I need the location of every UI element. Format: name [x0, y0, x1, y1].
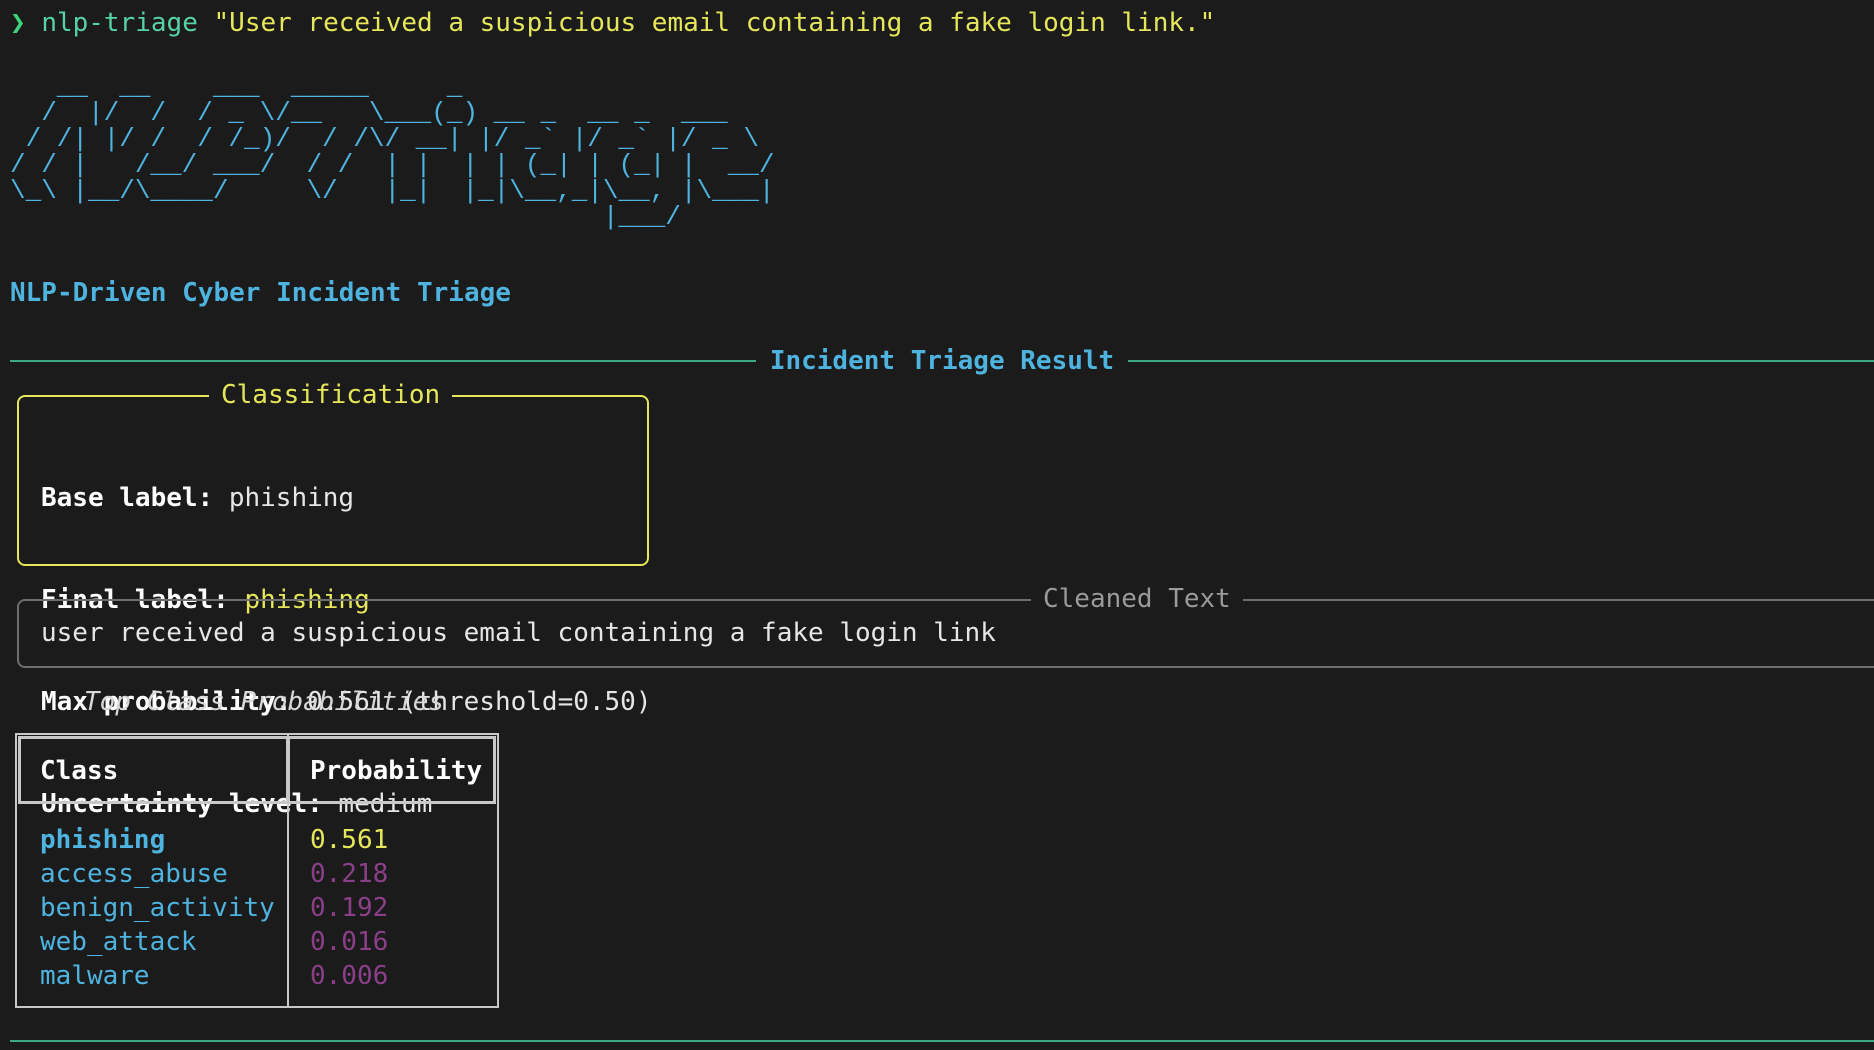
ascii-logo: __ __ ___ _____ _ / |/ / / _ \/__ \___(_… — [10, 72, 775, 232]
header-class: Class — [40, 756, 119, 786]
rule-line-left — [10, 360, 756, 362]
command-argument: "User received a suspicious email contai… — [213, 8, 1216, 38]
table-rows: phishing 0.561 access_abuse 0.218 benign… — [17, 823, 497, 993]
table-header-divider — [286, 736, 290, 804]
rule-line-right — [1128, 360, 1874, 362]
result-rule-title: Incident Triage Result — [769, 346, 1115, 376]
table-row: access_abuse 0.218 — [17, 857, 497, 891]
row-class: access_abuse — [40, 859, 228, 889]
row-class: malware — [40, 961, 150, 991]
cleaned-text-panel: Cleaned Text user received a suspicious … — [17, 582, 1874, 668]
table-row: phishing 0.561 — [17, 823, 497, 857]
row-class: benign_activity — [40, 893, 275, 923]
cleaned-text-panel-title: Cleaned Text — [1031, 582, 1243, 616]
table-row: web_attack 0.016 — [17, 925, 497, 959]
row-probability: 0.016 — [310, 927, 389, 957]
row-probability: 0.192 — [310, 893, 389, 923]
bottom-rule — [10, 1040, 1874, 1042]
classification-panel-title: Classification — [209, 378, 453, 412]
row-class: phishing — [40, 825, 166, 855]
base-label-key: Base label: — [41, 483, 214, 513]
app-tagline: NLP-Driven Cyber Incident Triage — [10, 278, 511, 308]
table-row: benign_activity 0.192 — [17, 891, 497, 925]
base-label-value: phishing — [228, 483, 355, 513]
command-name: nlp-triage — [41, 8, 198, 38]
command-prompt: ❯ nlp-triage "User received a suspicious… — [10, 6, 1215, 40]
header-probability: Probability — [310, 756, 483, 786]
result-rule: Incident Triage Result — [10, 344, 1874, 378]
cleaned-text: user received a suspicious email contain… — [41, 618, 996, 648]
base-label-line: Base label: phishing — [41, 481, 651, 515]
prompt-chevron-icon: ❯ — [10, 8, 26, 38]
table-row: malware 0.006 — [17, 959, 497, 993]
row-class: web_attack — [40, 927, 197, 957]
probability-table-caption: Top Class Probabilities — [84, 687, 445, 717]
row-probability: 0.006 — [310, 961, 389, 991]
row-probability: 0.218 — [310, 859, 389, 889]
probability-table: Class Probability phishing 0.561 access_… — [15, 733, 499, 1008]
classification-panel: Classification Base label: phishing Fina… — [17, 378, 651, 819]
row-probability: 0.561 — [310, 825, 389, 855]
